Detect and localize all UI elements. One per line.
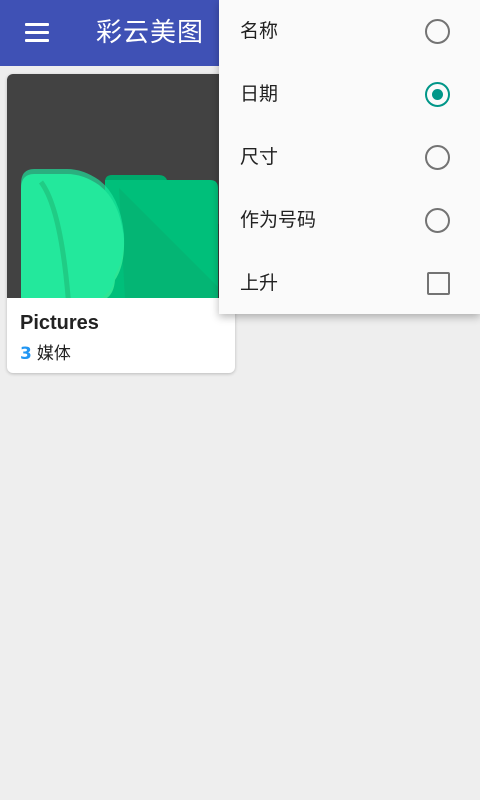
sort-option-as-number[interactable]: 作为号码 [219,189,480,251]
menu-icon-line-bottom [25,39,49,42]
menu-button[interactable] [18,17,58,49]
sort-option-label: 作为号码 [240,209,317,231]
sort-option-name[interactable]: 名称 [219,0,480,62]
sort-option-label: 上升 [240,272,279,294]
radio-unchecked-icon[interactable] [425,208,450,233]
album-thumbnail [7,74,235,298]
screen: 彩云美图 Pictures 3 媒体 名称 日期 尺寸 作为号码 上升 [0,0,480,800]
checkbox-unchecked-icon[interactable] [427,272,450,295]
menu-icon-line-top [25,23,49,26]
album-media-count: 3 媒体 [20,339,71,364]
menu-icon-line-middle [25,31,49,34]
radio-unchecked-icon[interactable] [425,19,450,44]
folder-feather-icon [21,169,219,298]
sort-menu: 名称 日期 尺寸 作为号码 上升 [219,0,480,314]
album-count-label: 媒体 [36,344,71,364]
sort-option-label: 尺寸 [240,146,279,168]
sort-option-ascending[interactable]: 上升 [219,252,480,314]
album-card[interactable]: Pictures 3 媒体 [7,74,235,373]
album-count-value: 3 [20,344,32,364]
app-title: 彩云美图 [96,18,205,48]
sort-option-date[interactable]: 日期 [219,63,480,125]
radio-unchecked-icon[interactable] [425,145,450,170]
radio-checked-icon[interactable] [425,82,450,107]
sort-option-label: 日期 [240,83,279,105]
sort-option-label: 名称 [240,20,279,42]
sort-option-size[interactable]: 尺寸 [219,126,480,188]
album-name: Pictures [20,312,99,334]
